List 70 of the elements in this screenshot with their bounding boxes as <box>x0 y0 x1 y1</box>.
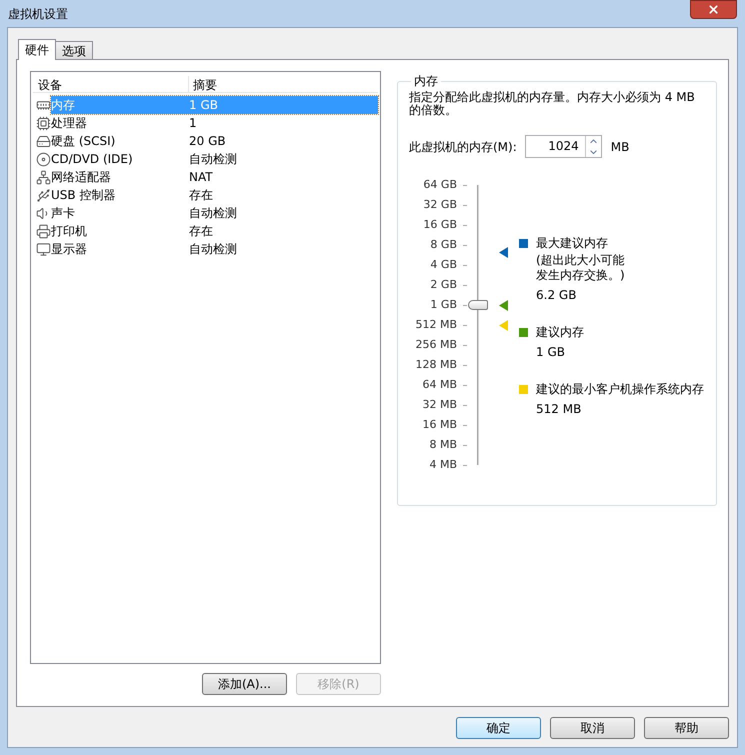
slider-thumb[interactable] <box>468 300 488 310</box>
tick-label: 8 GB <box>430 236 457 253</box>
list-row[interactable]: CD/DVD (IDE) 自动检测 <box>51 150 378 168</box>
tick-label: 64 GB <box>423 176 457 193</box>
list-row[interactable]: 打印机 存在 <box>51 222 378 240</box>
tick-label: 32 GB <box>423 196 457 213</box>
printer-icon <box>36 224 51 238</box>
tick-label: 2 GB <box>430 276 457 293</box>
dialog-button[interactable]: 取消 <box>550 717 635 739</box>
description-text: 指定分配给此虚拟机的内存量。内存大小必须为 4 MB 的倍数。 <box>409 91 696 117</box>
legend-label: 建议内存 <box>536 324 584 341</box>
tick-label: 4 GB <box>430 256 457 273</box>
tick-mark <box>463 184 467 186</box>
legend-value: 6.2 GB <box>535 287 578 303</box>
disc-icon <box>36 152 51 166</box>
tick-mark <box>463 444 467 446</box>
dialog-button[interactable]: 确定 <box>456 717 541 739</box>
group-title: 内存 <box>413 73 439 90</box>
tick-label: 128 MB <box>415 356 457 373</box>
tick-label: 512 MB <box>415 316 457 333</box>
tick-mark <box>463 284 467 286</box>
legend-label: 建议的最小客户机操作系统内存 <box>536 381 704 398</box>
legend-value: 512 MB <box>535 401 582 417</box>
list-row[interactable]: 网络适配器 NAT <box>51 168 378 186</box>
list-row[interactable]: 硬盘 (SCSI) 20 GB <box>51 132 378 150</box>
network-icon <box>36 170 51 184</box>
tick-label: 16 GB <box>423 216 457 233</box>
tick-mark <box>463 324 467 326</box>
tick-mark <box>463 264 467 266</box>
list-row[interactable]: USB 控制器 存在 <box>51 186 378 204</box>
tick-label: 8 MB <box>429 436 457 453</box>
tick-mark <box>463 424 467 426</box>
tick-mark <box>463 404 467 406</box>
chip-icon <box>36 116 51 130</box>
list-row[interactable]: 处理器 1 <box>51 114 378 132</box>
monitor-icon <box>36 242 51 256</box>
tick-label: 32 MB <box>422 396 457 413</box>
tick-mark <box>463 464 467 466</box>
legend-note: 发生内存交换。) <box>536 268 626 283</box>
dialog-button[interactable]: 帮助 <box>644 717 729 739</box>
list-row[interactable]: 声卡 自动检测 <box>51 204 378 222</box>
tick-mark <box>463 384 467 386</box>
tick-mark <box>463 204 467 206</box>
tab[interactable]: 硬件 <box>18 39 56 60</box>
tick-label: 4 MB <box>429 456 457 473</box>
tab[interactable]: 选项 <box>55 41 93 59</box>
legend-value: 1 GB <box>535 344 566 360</box>
tick-label: 16 MB <box>422 416 457 433</box>
tick-mark <box>463 364 467 366</box>
usb-icon <box>36 188 51 202</box>
drive-icon <box>36 134 51 148</box>
dialog-button[interactable]: 添加(A)... <box>202 673 287 695</box>
close-icon <box>707 3 720 16</box>
tick-label: 64 MB <box>422 376 457 393</box>
field-label: 此虚拟机的内存(M): <box>409 138 517 156</box>
tick-mark <box>463 304 467 306</box>
unit-label: MB <box>610 138 630 156</box>
memory-spinbox[interactable]: 1024 <box>524 135 602 158</box>
tick-mark <box>463 344 467 346</box>
legend-note: (超出此大小可能 <box>536 253 626 268</box>
window-title: 虚拟机设置 <box>8 6 68 23</box>
legend-label: 最大建议内存 <box>536 235 608 252</box>
tick-label: 1 GB <box>430 296 457 313</box>
column-header[interactable]: 设备 <box>33 76 189 92</box>
tick-label: 256 MB <box>415 336 457 353</box>
close-button[interactable] <box>690 0 737 19</box>
column-header[interactable]: 摘要 <box>189 76 217 92</box>
tick-mark <box>463 224 467 226</box>
list-row[interactable]: 显示器 自动检测 <box>51 240 378 258</box>
tick-mark <box>463 244 467 246</box>
